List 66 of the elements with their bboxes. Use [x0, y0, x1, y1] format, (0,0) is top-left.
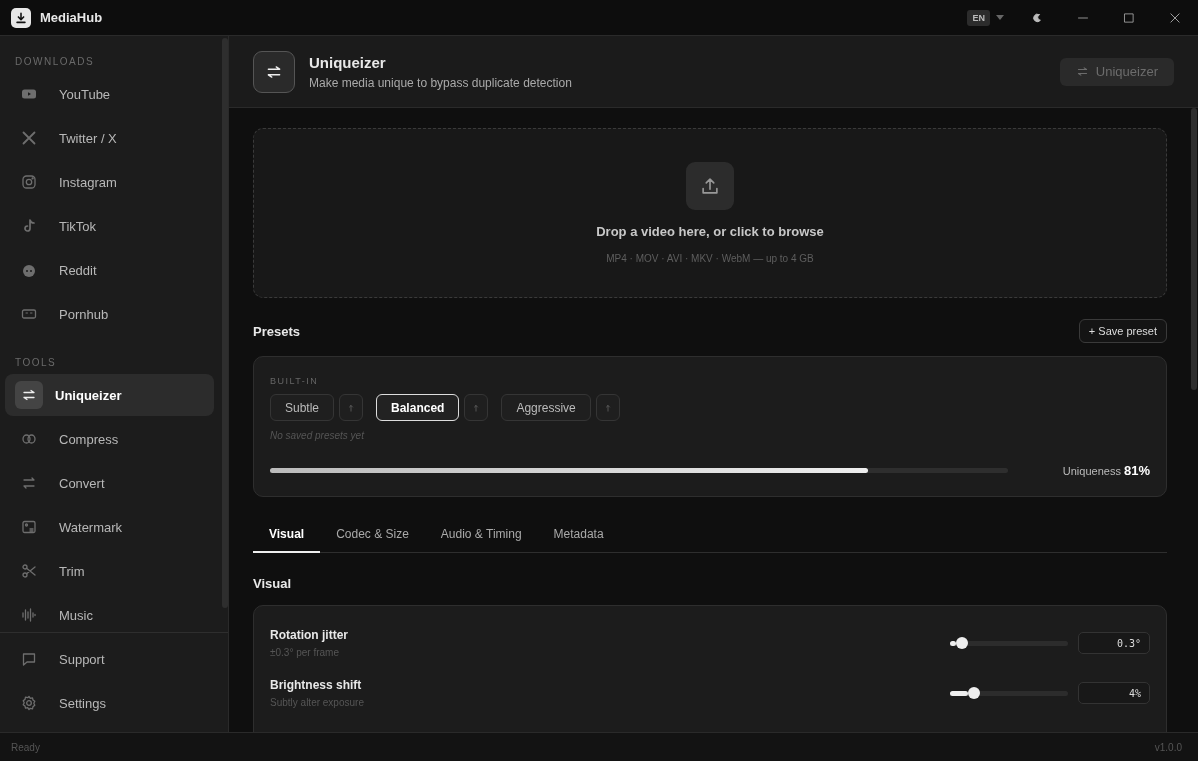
sidebar-item[interactable]: Instagram: [5, 161, 214, 203]
sidebar-item[interactable]: Watermark: [5, 506, 214, 548]
sidebar-item[interactable]: Uniqueizer: [5, 374, 214, 416]
alien-face-icon: [21, 262, 37, 278]
scissors-icon: [21, 563, 37, 579]
swap-arrows-icon: [21, 475, 37, 491]
slider-fill[interactable]: [950, 640, 956, 646]
sidebar-item[interactable]: TikTok: [5, 205, 214, 247]
sidebar-item[interactable]: Music: [5, 594, 214, 632]
sidebar-item[interactable]: Settings: [5, 682, 214, 724]
preset-chip[interactable]: Subtle: [270, 394, 335, 421]
setting-label: Brightness shift: [270, 678, 363, 692]
preset-chip[interactable]: Aggressive: [501, 394, 591, 421]
language-selector[interactable]: EN: [967, 9, 990, 26]
page-subtitle: Make media unique to bypass duplicate detection: [309, 75, 572, 90]
sidebar-item[interactable]: Compress: [5, 418, 214, 460]
waveform-icon: [21, 607, 37, 623]
setting-label: Rotation jitter: [270, 628, 348, 642]
image-frame-icon: [21, 519, 37, 535]
sidebar-item[interactable]: Trim: [5, 550, 214, 592]
presets-heading: Presets: [253, 323, 300, 339]
drop-zone-title: Drop a video here, or click to browse: [596, 224, 824, 239]
caret-icon: [996, 15, 1004, 20]
video-drop-zone[interactable]: Drop a video here, or click to browse MP4 · MOV · AVI · MKV · WebM — up to 4 GB: [253, 128, 1167, 298]
sidebar-item[interactable]: Twitter / X: [5, 117, 214, 159]
slider-thumb[interactable]: [967, 687, 980, 699]
sidebar-item[interactable]: YouTube: [5, 73, 214, 115]
group-label: BUILT-IN: [270, 376, 320, 386]
section-heading: DOWNLOADS: [14, 55, 96, 69]
supported-formats: MP4 · MOV · AVI · MKV · WebM — up to 4 GB: [606, 253, 814, 264]
status-text: Ready: [11, 741, 40, 753]
sidebar-item[interactable]: Convert: [5, 462, 214, 504]
settings-tab[interactable]: Audio & Timing: [424, 519, 538, 553]
camera-icon: [21, 174, 37, 190]
value-field[interactable]: 4%: [1078, 682, 1150, 704]
app-name: MediaHub: [40, 10, 103, 25]
page-title: Uniqueizer: [309, 53, 387, 71]
section-heading: TOOLS: [14, 356, 58, 370]
slider-track[interactable]: [950, 690, 1068, 696]
preset-chip[interactable]: Balanced: [376, 394, 460, 421]
value-field[interactable]: 0.3°: [1078, 632, 1150, 654]
music-note-icon: [21, 218, 37, 234]
slider-fill[interactable]: [950, 690, 968, 696]
maximize-icon: [1123, 11, 1135, 24]
save-preset-button[interactable]: + Save preset: [1078, 319, 1167, 343]
x-letter-icon: [21, 130, 37, 146]
settings-icon: [21, 695, 37, 711]
scrollbar-thumb[interactable]: [1191, 108, 1197, 390]
chat-bubble-icon: [21, 651, 37, 667]
badge-icon: [21, 306, 37, 322]
scrollbar-thumb[interactable]: [222, 38, 228, 608]
sidebar-item[interactable]: Support: [5, 638, 214, 680]
upload-arrow-icon: [700, 176, 720, 196]
moon-icon: [1031, 11, 1043, 24]
sidebar-item[interactable]: Reddit: [5, 249, 214, 291]
close-icon: [1169, 11, 1181, 24]
settings-tab[interactable]: Metadata: [537, 519, 620, 553]
slider-thumb[interactable]: [955, 637, 968, 649]
slider-track[interactable]: [950, 640, 1068, 646]
section-title: Visual: [253, 576, 293, 591]
uniqueness-readout: Uniqueness 81%: [1062, 463, 1150, 478]
version-label: v1.0.0: [1154, 741, 1182, 753]
compress-icon: [21, 431, 37, 447]
settings-tab[interactable]: Visual: [253, 519, 321, 553]
sidebar-item[interactable]: Pornhub: [5, 293, 214, 335]
settings-tab[interactable]: Codec & Size: [320, 519, 425, 553]
